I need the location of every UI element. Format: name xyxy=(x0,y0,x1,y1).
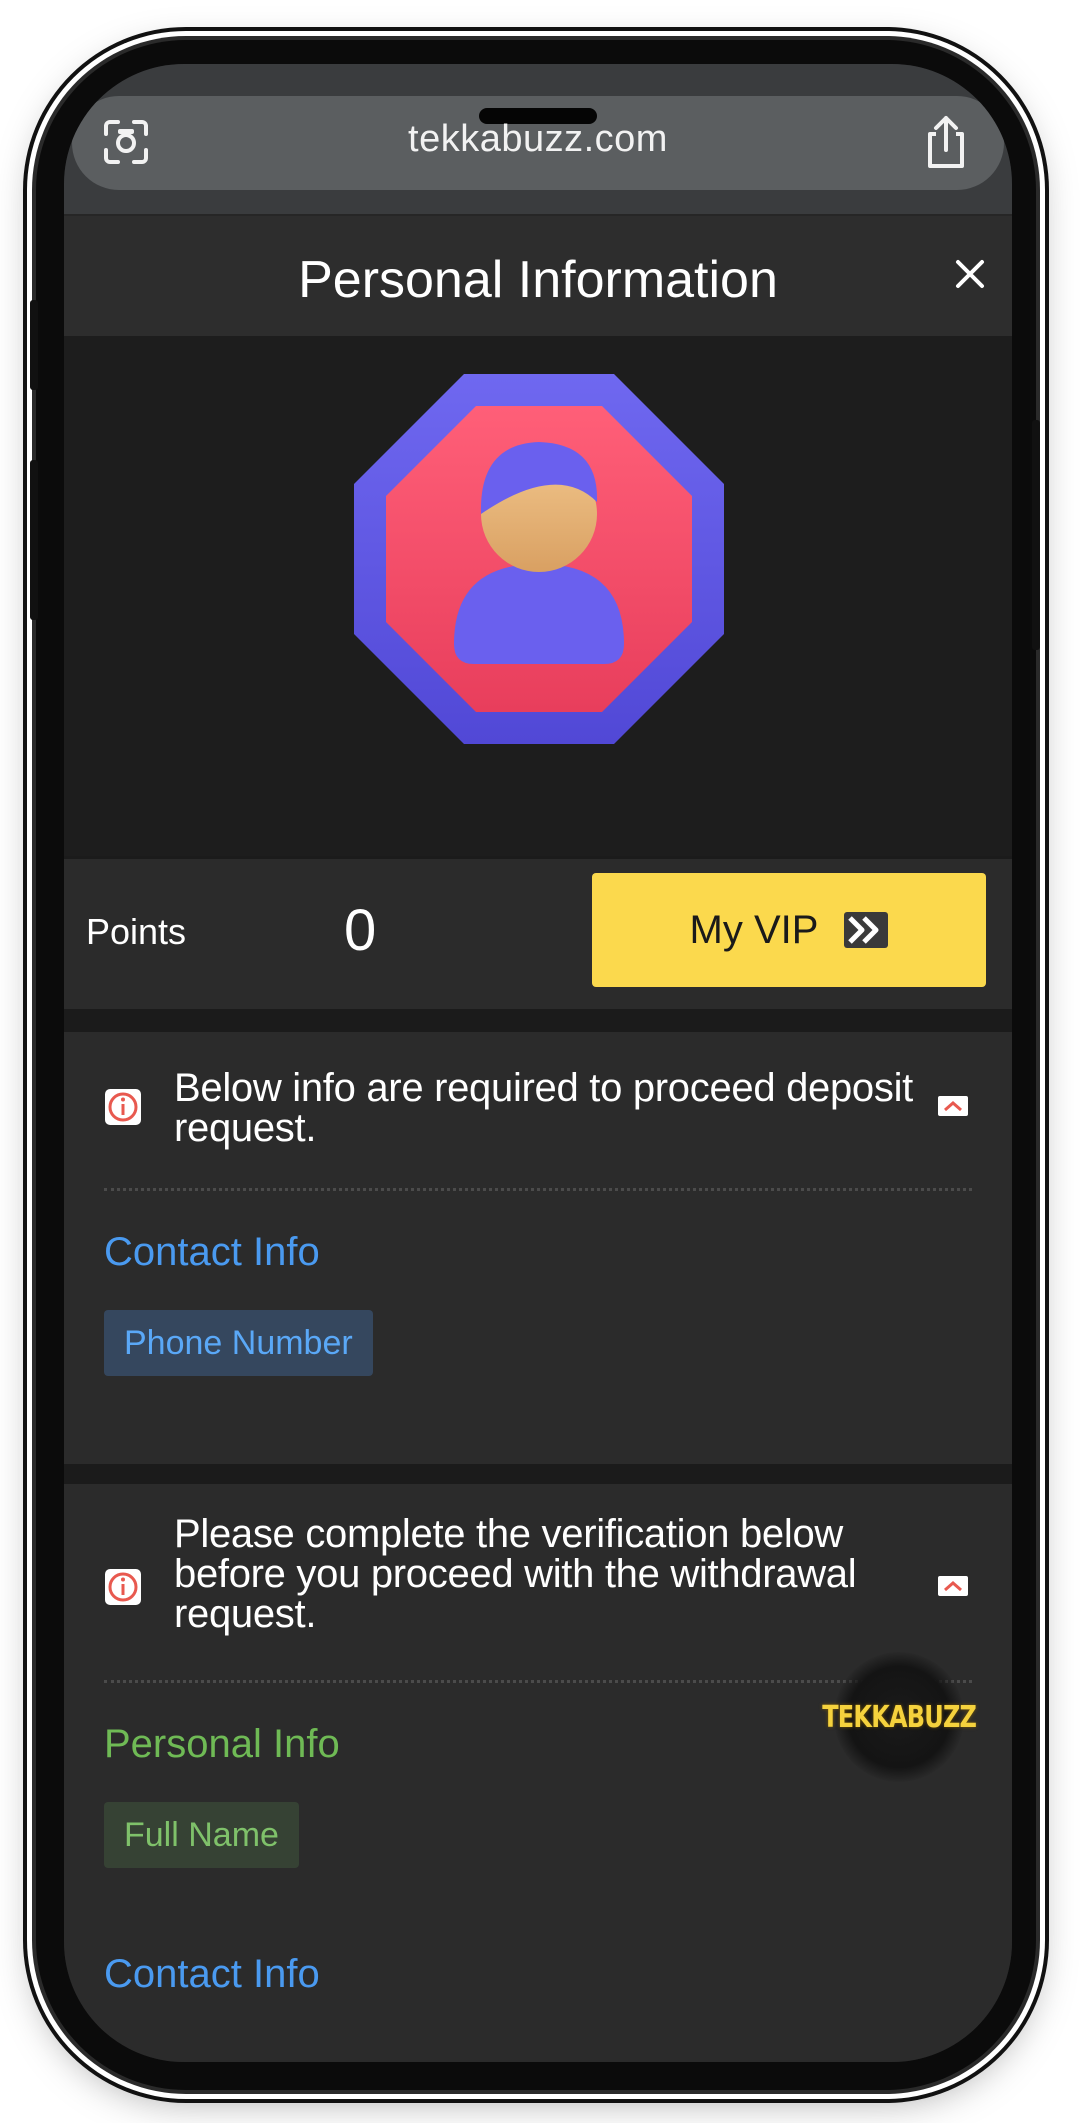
personal-info-title: Personal Info xyxy=(104,1722,340,1766)
avatar-section xyxy=(64,336,1012,856)
info-icon xyxy=(105,1089,141,1125)
page-title: Personal Information xyxy=(298,251,778,309)
my-vip-button[interactable]: My VIP xyxy=(592,873,986,987)
deposit-requirements-card: Below info are required to proceed depos… xyxy=(64,1032,1012,1464)
phone-volume-button xyxy=(30,460,38,620)
url-text[interactable]: tekkabuzz.com xyxy=(64,118,1012,161)
full-name-tag[interactable]: Full Name xyxy=(104,1802,299,1868)
points-row: Points 0 My VIP xyxy=(64,859,1012,1009)
info-icon xyxy=(105,1569,141,1605)
floating-logo-button[interactable]: TEKKABUZZ xyxy=(822,1652,977,1782)
points-value: 0 xyxy=(344,898,377,963)
close-icon[interactable] xyxy=(942,246,998,302)
deposit-notice-text: Below info are required to proceed depos… xyxy=(174,1066,913,1150)
phone-screen: tekkabuzz.com Personal Information Point… xyxy=(64,64,1012,2062)
double-chevron-right-icon xyxy=(844,912,889,948)
contact-info-title: Contact Info xyxy=(104,1952,320,1996)
chevron-up-icon[interactable] xyxy=(938,1576,968,1596)
phone-power-button xyxy=(1032,420,1040,650)
divider xyxy=(104,1188,972,1191)
browser-toolbar: tekkabuzz.com xyxy=(64,64,1012,214)
page-header: Personal Information xyxy=(64,214,1012,338)
contact-info-title: Contact Info xyxy=(104,1230,320,1274)
logo-text: TEKKABUZZ xyxy=(822,1699,977,1735)
phone-side-button xyxy=(30,300,38,390)
divider xyxy=(104,1680,972,1683)
points-label: Points xyxy=(86,911,187,952)
my-vip-label: My VIP xyxy=(689,907,819,952)
withdrawal-notice-text: Please complete the verification below b… xyxy=(174,1512,857,1636)
chevron-up-icon[interactable] xyxy=(938,1096,968,1116)
phone-number-tag[interactable]: Phone Number xyxy=(104,1310,373,1376)
avatar xyxy=(354,374,724,744)
share-icon[interactable] xyxy=(922,114,970,170)
